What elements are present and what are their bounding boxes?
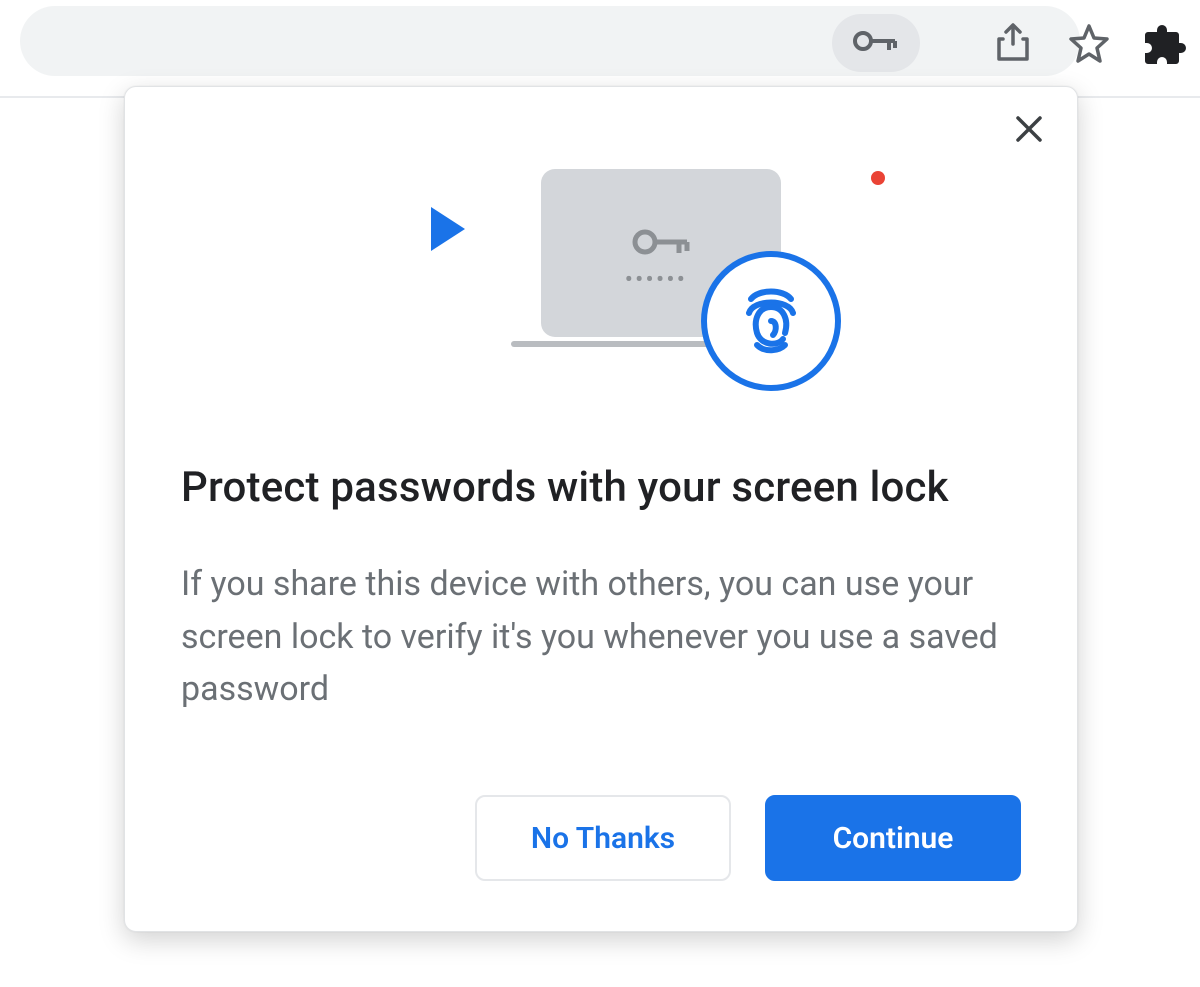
screen-lock-prompt: •••••• Protect passwords with your scree… <box>124 86 1078 932</box>
play-icon <box>431 207 465 251</box>
key-icon <box>631 225 693 263</box>
fingerprint-badge <box>701 251 841 391</box>
address-bar[interactable] <box>20 6 1080 76</box>
key-icon <box>851 26 901 60</box>
fingerprint-icon <box>729 277 813 365</box>
red-dot-icon <box>871 171 885 185</box>
puzzle-icon <box>1144 22 1186 64</box>
prompt-title: Protect passwords with your screen lock <box>181 463 1021 512</box>
share-icon <box>995 23 1031 63</box>
saved-password-chip[interactable] <box>832 14 920 72</box>
close-button[interactable] <box>1009 111 1049 151</box>
close-icon <box>1015 115 1043 147</box>
password-dots: •••••• <box>625 267 687 291</box>
no-thanks-button[interactable]: No Thanks <box>475 795 731 881</box>
extensions-button[interactable] <box>1142 20 1188 66</box>
bookmark-button[interactable] <box>1066 20 1112 66</box>
star-icon <box>1069 23 1109 63</box>
continue-button[interactable]: Continue <box>765 795 1021 881</box>
hero-illustration: •••••• <box>181 159 1021 399</box>
button-row: No Thanks Continue <box>475 795 1021 881</box>
prompt-body: If you share this device with others, yo… <box>181 558 1001 716</box>
browser-toolbar <box>0 0 1200 86</box>
share-button[interactable] <box>990 20 1036 66</box>
